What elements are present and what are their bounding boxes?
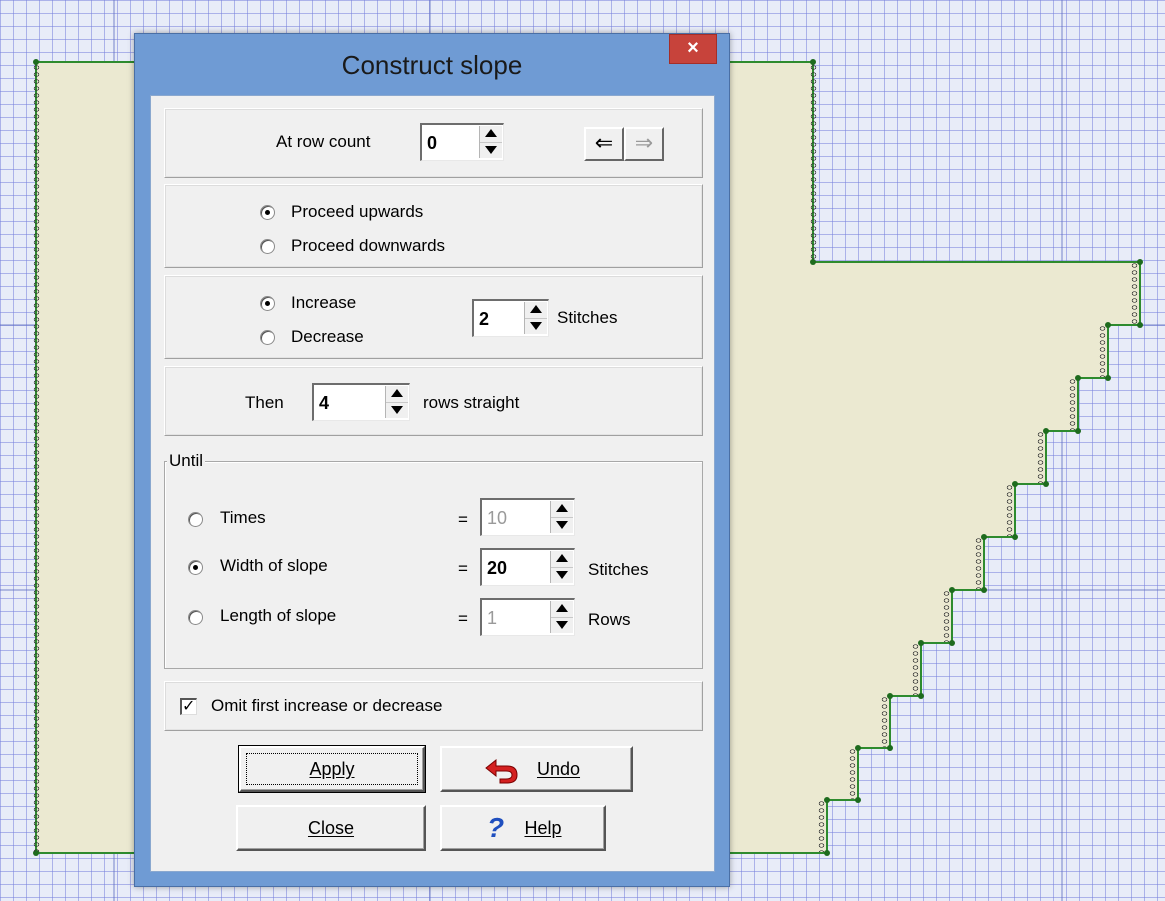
undo-button-label: Undo [536,759,581,779]
radio-selected-dot [193,565,198,570]
construct-slope-dialog: Construct slope × At row count 0 ⇐ ⇒ Pro… [134,33,730,887]
proceed-downwards-label[interactable]: Proceed downwards [291,236,445,256]
spin-down-button[interactable] [551,567,573,583]
proceed-upwards-label[interactable]: Proceed upwards [291,202,423,222]
stitch-chain-step [880,696,889,747]
width-unit-label: Stitches [588,560,649,579]
decrease-label[interactable]: Decrease [291,327,364,347]
length-of-slope-radio[interactable] [188,610,203,625]
row-count-label: At row count [276,132,371,151]
apply-button[interactable]: Apply [238,745,426,793]
spin-up-button[interactable] [386,386,408,403]
row-count-value: 0 [427,133,438,153]
stitch-chain-step [1130,262,1139,324]
width-of-slope-spinner[interactable]: 20 [480,548,575,586]
stitch-chain-step [942,590,951,642]
spin-up-button[interactable] [551,501,573,518]
spin-up-button[interactable] [551,601,573,618]
stitches-unit-label: Stitches [557,308,618,327]
stitch-count-value: 2 [479,309,490,329]
stitch-chain-left [32,64,41,852]
omit-first-checkbox[interactable]: ✓ [180,698,197,715]
stitch-chain-step [1068,378,1077,430]
increase-radio[interactable] [260,296,275,311]
decrease-radio[interactable] [260,330,275,345]
shaping-panel: Increase Decrease 2 Stitches [164,275,703,359]
spinner-buttons [550,501,573,533]
times-equals: = [458,510,468,529]
spin-down-button[interactable] [480,142,502,158]
spinner-buttons [385,386,408,418]
row-count-panel: At row count 0 ⇐ ⇒ [164,108,703,178]
spinner-buttons [479,126,502,158]
next-arrow-button[interactable]: ⇒ [624,127,664,161]
proceed-downwards-radio[interactable] [260,239,275,254]
stitch-chain-step [974,537,983,589]
stitch-chain-step [1036,431,1045,483]
rows-straight-label: rows straight [423,393,520,412]
times-value: 10 [487,508,508,528]
rows-straight-panel: Then 4 rows straight [164,366,703,436]
help-button[interactable]: ? Help [440,805,606,851]
length-unit-label: Rows [588,610,631,629]
until-legend: Until [167,451,206,471]
direction-panel: Proceed upwards Proceed downwards [164,184,703,268]
stitch-chain-step [848,748,857,799]
stitch-count-spinner[interactable]: 2 [472,299,549,337]
undo-button[interactable]: Undo [440,746,633,792]
radio-selected-dot [265,301,270,306]
width-of-slope-label[interactable]: Width of slope [220,556,328,576]
until-groupbox: Until Times = 10 Width of slope = 20 Sti… [164,451,703,669]
spin-down-button[interactable] [386,402,408,418]
spin-down-button[interactable] [525,318,547,334]
spinner-buttons [550,551,573,583]
help-icon: ? [487,812,505,843]
width-equals: = [458,559,468,578]
spin-up-button[interactable] [551,551,573,568]
length-of-slope-value: 1 [487,608,498,628]
times-spinner[interactable]: 10 [480,498,575,536]
stitch-chain-step [1005,484,1014,536]
stitch-chain-step [1098,325,1107,377]
spin-up-button[interactable] [525,302,547,319]
close-button[interactable]: Close [236,805,426,851]
close-button-label: Close [307,818,355,838]
stitch-chain-top-right [809,64,818,260]
sloped-panel-shape [719,61,1141,854]
stitch-chain-step [911,643,920,695]
dialog-title: Construct slope [341,50,523,80]
width-of-slope-value: 20 [487,558,508,578]
help-button-label: Help [524,818,562,838]
focus-rectangle [246,753,418,785]
times-radio[interactable] [188,512,203,527]
omit-first-label[interactable]: Omit first increase or decrease [211,696,442,716]
proceed-upwards-radio[interactable] [260,205,275,220]
row-count-spinner[interactable]: 0 [420,123,504,161]
spinner-buttons [524,302,547,334]
dialog-title-bar[interactable]: Construct slope × [135,34,729,96]
length-of-slope-spinner[interactable]: 1 [480,598,575,636]
omit-first-panel: ✓ Omit first increase or decrease [164,681,703,731]
spinner-buttons [550,601,573,633]
length-equals: = [458,609,468,628]
left-panel-shape [35,61,147,854]
stitch-chain-step [817,800,826,852]
close-window-button[interactable]: × [669,34,717,64]
increase-label[interactable]: Increase [291,293,356,313]
spin-up-button[interactable] [480,126,502,143]
rows-straight-value: 4 [319,393,330,413]
width-of-slope-radio[interactable] [188,560,203,575]
rows-straight-spinner[interactable]: 4 [312,383,410,421]
times-label[interactable]: Times [220,508,266,528]
then-label: Then [245,393,284,412]
previous-arrow-button[interactable]: ⇐ [584,127,624,161]
spin-down-button[interactable] [551,517,573,533]
length-of-slope-label[interactable]: Length of slope [220,606,336,626]
dialog-client-area: At row count 0 ⇐ ⇒ Proceed upwards Proce… [150,95,715,872]
undo-icon [485,758,518,784]
checkmark-icon: ✓ [182,698,196,715]
spin-down-button[interactable] [551,617,573,633]
radio-selected-dot [265,210,270,215]
